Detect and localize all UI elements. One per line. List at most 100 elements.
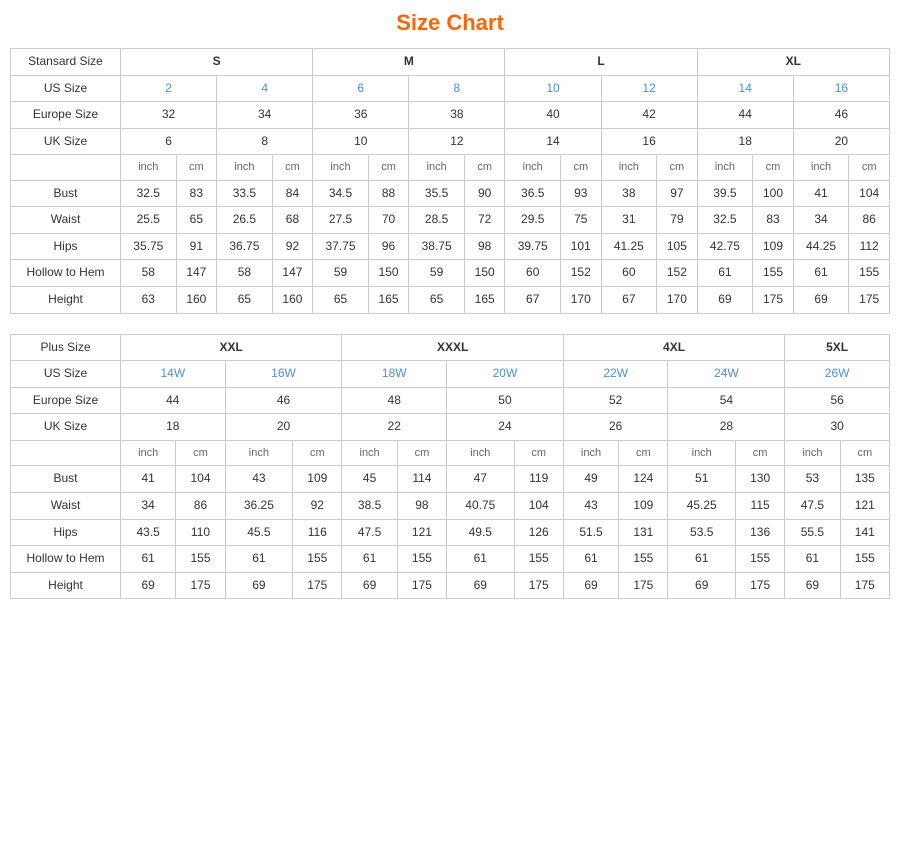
std-measure-label-0: Bust (11, 180, 121, 207)
plus-measure-4-0: 69 (121, 572, 176, 599)
std-measure-1-7: 72 (464, 207, 505, 234)
plus-us-20w: 20W (447, 361, 564, 388)
plus-measure-1-9: 109 (619, 492, 668, 519)
plus-measure-0-2: 43 (225, 466, 293, 493)
plus-measure-3-7: 155 (514, 546, 563, 573)
std-sub-8: inch (505, 155, 561, 180)
std-sub-6: inch (409, 155, 465, 180)
std-measure-0-11: 97 (657, 180, 698, 207)
plus-measure-0-13: 135 (840, 466, 889, 493)
size-xxxl-header: XXXL (342, 334, 563, 361)
std-measure-0-10: 38 (601, 180, 657, 207)
std-measure-2-9: 101 (561, 233, 602, 260)
plus-measure-0-10: 51 (668, 466, 736, 493)
plus-measure-3-0: 61 (121, 546, 176, 573)
plus-measure-label-2: Hips (11, 519, 121, 546)
plus-measure-1-0: 34 (121, 492, 176, 519)
plus-measure-1-3: 92 (293, 492, 342, 519)
std-measure-label-1: Waist (11, 207, 121, 234)
std-measure-0-3: 84 (272, 180, 313, 207)
plus-measure-4-1: 175 (176, 572, 225, 599)
size-xxl-header: XXL (121, 334, 342, 361)
us-size-label: US Size (11, 75, 121, 102)
uk-20: 20 (793, 128, 889, 155)
us-size-10: 10 (505, 75, 601, 102)
std-measure-1-6: 28.5 (409, 207, 465, 234)
std-measure-0-9: 93 (561, 180, 602, 207)
plus-sub-2: inch (225, 441, 293, 466)
std-measure-0-5: 88 (368, 180, 409, 207)
plus-measure-4-3: 175 (293, 572, 342, 599)
eur-36: 36 (313, 102, 409, 129)
size-5xl-header: 5XL (785, 334, 890, 361)
std-measure-3-8: 60 (505, 260, 561, 287)
std-measure-1-1: 65 (176, 207, 217, 234)
std-measure-4-15: 175 (849, 287, 890, 314)
plus-us-26w: 26W (785, 361, 890, 388)
plus-measure-4-11: 175 (735, 572, 784, 599)
std-measure-3-7: 150 (464, 260, 505, 287)
std-measure-0-1: 83 (176, 180, 217, 207)
std-measure-2-12: 42.75 (697, 233, 753, 260)
std-measure-1-5: 70 (368, 207, 409, 234)
std-measure-1-12: 32.5 (697, 207, 753, 234)
plus-uk-30: 30 (785, 414, 890, 441)
plus-measure-3-8: 61 (563, 546, 618, 573)
plus-sub-8: inch (563, 441, 618, 466)
std-measure-label-3: Hollow to Hem (11, 260, 121, 287)
uk-14: 14 (505, 128, 601, 155)
plus-measure-0-5: 114 (397, 466, 446, 493)
plus-measure-1-8: 43 (563, 492, 618, 519)
std-measure-0-7: 90 (464, 180, 505, 207)
std-measure-3-10: 60 (601, 260, 657, 287)
us-size-8: 8 (409, 75, 505, 102)
std-measure-0-2: 33.5 (217, 180, 273, 207)
std-measure-1-11: 79 (657, 207, 698, 234)
plus-measure-1-13: 121 (840, 492, 889, 519)
plus-measure-3-13: 155 (840, 546, 889, 573)
plus-measure-2-0: 43.5 (121, 519, 176, 546)
std-measure-2-8: 39.75 (505, 233, 561, 260)
plus-measure-2-10: 53.5 (668, 519, 736, 546)
std-measure-4-14: 69 (793, 287, 849, 314)
std-measure-1-8: 29.5 (505, 207, 561, 234)
std-sub-2: inch (217, 155, 273, 180)
std-measure-4-12: 69 (697, 287, 753, 314)
plus-measure-4-5: 175 (397, 572, 446, 599)
plus-sub-11: cm (735, 441, 784, 466)
std-measure-0-8: 36.5 (505, 180, 561, 207)
plus-measure-4-9: 175 (619, 572, 668, 599)
plus-measure-4-4: 69 (342, 572, 397, 599)
std-measure-3-15: 155 (849, 260, 890, 287)
size-xl-header: XL (697, 49, 889, 76)
std-measure-4-9: 170 (561, 287, 602, 314)
uk-18: 18 (697, 128, 793, 155)
plus-measure-1-6: 40.75 (447, 492, 515, 519)
plus-measure-3-11: 155 (735, 546, 784, 573)
std-measure-4-10: 67 (601, 287, 657, 314)
plus-measure-0-7: 119 (514, 466, 563, 493)
std-measure-1-15: 86 (849, 207, 890, 234)
std-measure-3-13: 155 (753, 260, 794, 287)
std-measure-0-12: 39.5 (697, 180, 753, 207)
std-measure-2-7: 98 (464, 233, 505, 260)
plus-sub-10: inch (668, 441, 736, 466)
standard-size-table: Stansard Size S M L XL US Size 2 4 6 8 1… (10, 48, 890, 314)
std-measure-2-11: 105 (657, 233, 698, 260)
plus-measure-1-11: 115 (735, 492, 784, 519)
std-measure-3-1: 147 (176, 260, 217, 287)
us-size-14: 14 (697, 75, 793, 102)
plus-eur-50: 50 (447, 387, 564, 414)
std-measure-3-12: 61 (697, 260, 753, 287)
std-measure-4-5: 165 (368, 287, 409, 314)
std-measure-1-4: 27.5 (313, 207, 369, 234)
plus-sub-0: inch (121, 441, 176, 466)
plus-measure-1-5: 98 (397, 492, 446, 519)
std-sub-14: inch (793, 155, 849, 180)
std-measure-2-5: 96 (368, 233, 409, 260)
size-s-header: S (121, 49, 313, 76)
us-size-6: 6 (313, 75, 409, 102)
plus-sub-12: inch (785, 441, 840, 466)
plus-measure-2-2: 45.5 (225, 519, 293, 546)
std-sub-11: cm (657, 155, 698, 180)
